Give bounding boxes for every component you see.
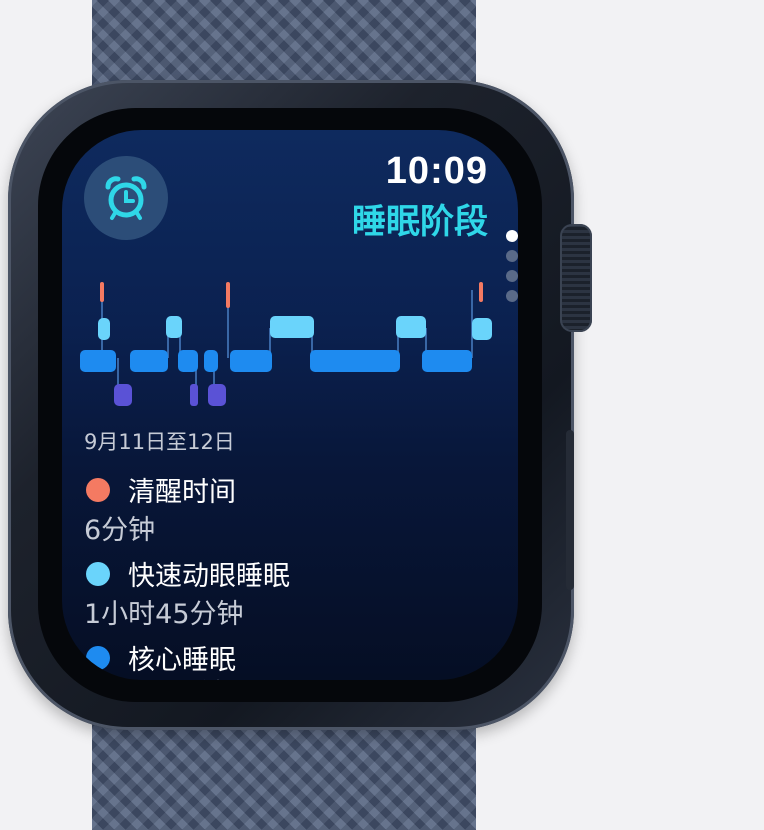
deep-segments: [114, 384, 226, 406]
legend-awake: 清醒时间: [86, 470, 236, 509]
rem-dot-icon: [86, 561, 110, 586]
watch-screen: 10:09 睡眠阶段 9月11日至12日 清醒时间 6分钟 快速动眼睡眠 1小时…: [62, 130, 518, 680]
stage-name: 清醒时间: [128, 477, 236, 508]
core-dot-icon: [86, 645, 110, 670]
stage-name: 快速动眼睡眠: [128, 561, 290, 592]
rem-segments: [98, 316, 492, 340]
page-dot-1: [506, 230, 518, 242]
awake-duration: 6分钟: [84, 515, 156, 546]
side-button[interactable]: [566, 430, 574, 590]
page-title: 睡眠阶段: [352, 202, 488, 242]
page-indicator: [506, 230, 518, 310]
page-dot-4: [506, 290, 518, 302]
core-segments: [80, 350, 472, 372]
date-range: 9月11日至12日: [84, 430, 235, 454]
awake-segments: [100, 282, 483, 308]
legend-rem: 快速动眼睡眠: [86, 554, 290, 593]
rem-duration: 1小时45分钟: [84, 599, 244, 630]
digital-crown[interactable]: [560, 224, 592, 332]
alarm-clock-icon[interactable]: [84, 156, 168, 240]
clock-time: 10:09: [385, 150, 488, 192]
awake-dot-icon: [86, 477, 110, 502]
page-dot-2: [506, 250, 518, 262]
page-dot-3: [506, 270, 518, 282]
core-duration: 小时48分钟: [84, 672, 226, 680]
watch-bezel: 10:09 睡眠阶段 9月11日至12日 清醒时间 6分钟 快速动眼睡眠 1小时…: [38, 108, 542, 702]
sleep-stages-chart: [80, 282, 492, 406]
watch-case: 10:09 睡眠阶段 9月11日至12日 清醒时间 6分钟 快速动眼睡眠 1小时…: [8, 80, 574, 730]
